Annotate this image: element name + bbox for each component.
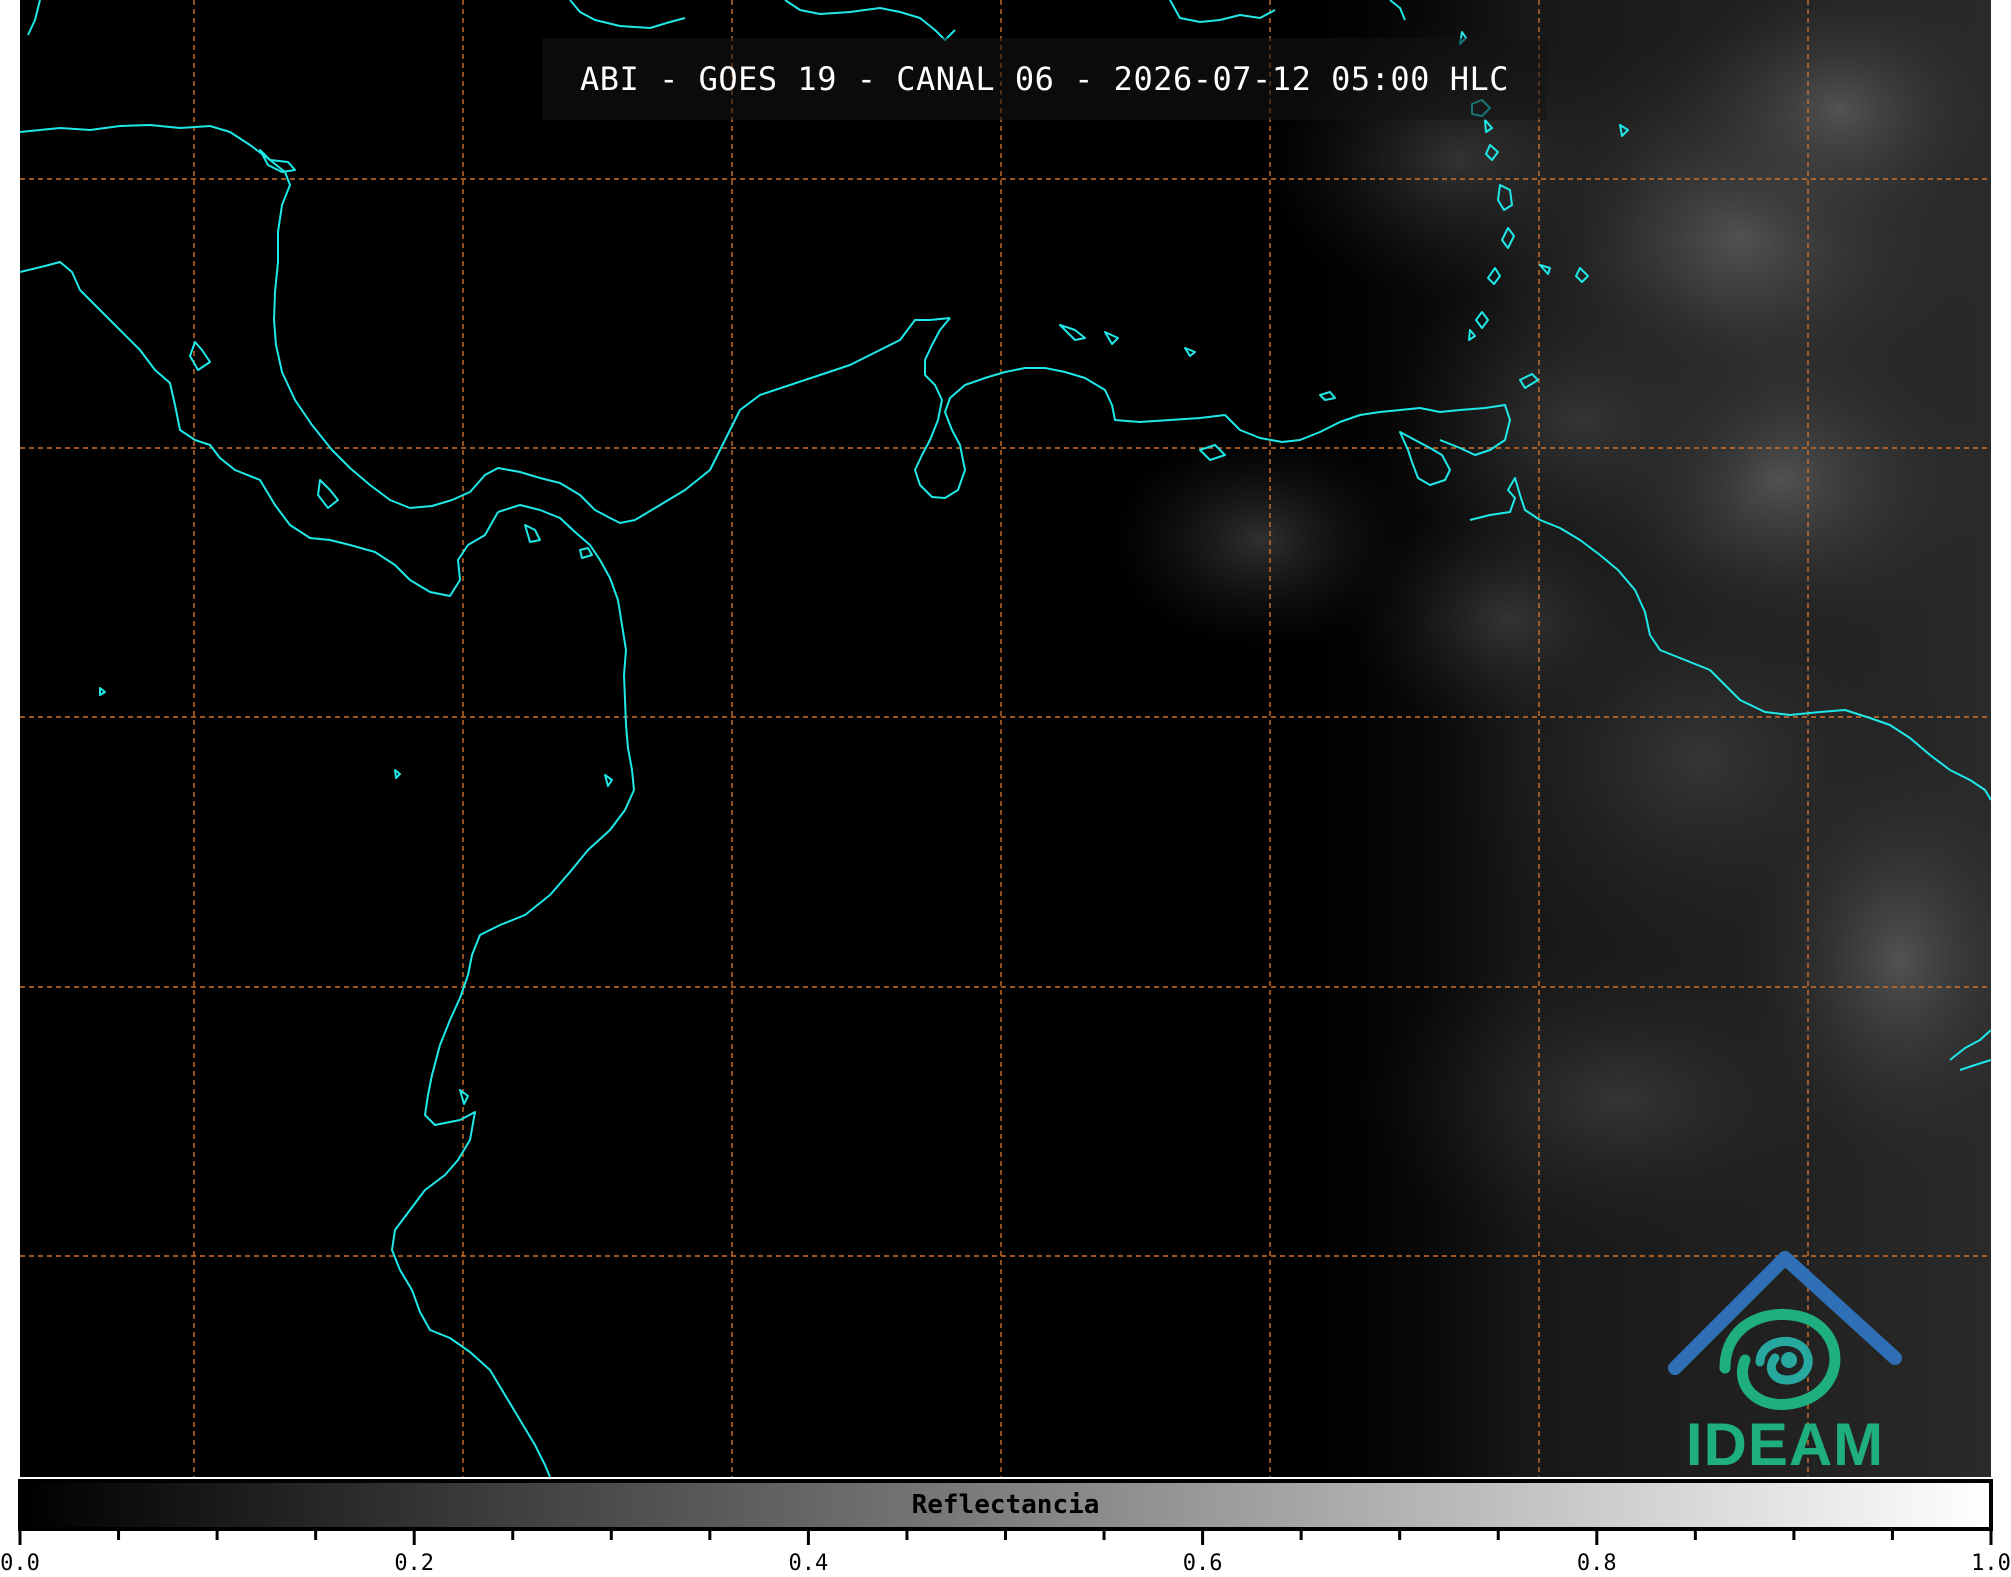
ideam-logo-icon — [1668, 1251, 1902, 1410]
colorbar-label: Reflectancia — [911, 1490, 1100, 1520]
colorbar-ticks — [18, 1531, 1993, 1545]
colorbar-tick-label: 0.6 — [1182, 1551, 1223, 1576]
colorbar-tick-label: 0.8 — [1576, 1551, 1617, 1576]
colorbar-tick-label: 0.0 — [0, 1551, 40, 1576]
colorbar: Reflectancia — [18, 1479, 1993, 1531]
title-box: ABI - GOES 19 - CANAL 06 - 2026-07-12 05… — [542, 38, 1547, 120]
ideam-logo: IDEAM — [1665, 1250, 1905, 1477]
colorbar-tick-label: 1.0 — [1971, 1551, 2011, 1576]
colorbar-tick-label: 0.4 — [788, 1551, 829, 1576]
colorbar-axis: 0.0 0.2 0.4 0.6 0.8 1.0 — [0, 1531, 2011, 1577]
satellite-map: ABI - GOES 19 - CANAL 06 - 2026-07-12 05… — [20, 0, 1991, 1477]
logo-text: IDEAM — [1685, 1411, 1885, 1477]
map-title: ABI - GOES 19 - CANAL 06 - 2026-07-12 05… — [580, 60, 1509, 98]
colorbar-tick-label: 0.2 — [394, 1551, 435, 1576]
